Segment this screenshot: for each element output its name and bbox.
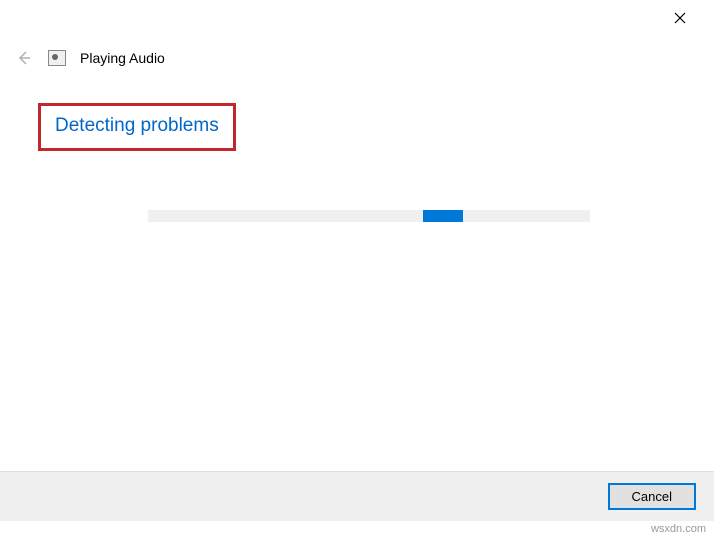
cancel-button[interactable]: Cancel bbox=[608, 483, 696, 510]
progress-fill bbox=[423, 210, 463, 222]
status-heading: Detecting problems bbox=[55, 115, 219, 136]
header: Playing Audio bbox=[14, 48, 165, 68]
titlebar bbox=[660, 0, 714, 36]
close-icon bbox=[674, 12, 686, 24]
status-heading-highlight: Detecting problems bbox=[38, 103, 236, 151]
back-arrow-icon bbox=[16, 50, 32, 66]
window-title: Playing Audio bbox=[80, 50, 165, 66]
close-button[interactable] bbox=[660, 3, 700, 33]
troubleshooter-icon bbox=[48, 50, 66, 66]
back-button bbox=[14, 48, 34, 68]
progress-bar bbox=[148, 210, 590, 222]
watermark: wsxdn.com bbox=[651, 523, 706, 535]
footer: Cancel bbox=[0, 471, 714, 521]
